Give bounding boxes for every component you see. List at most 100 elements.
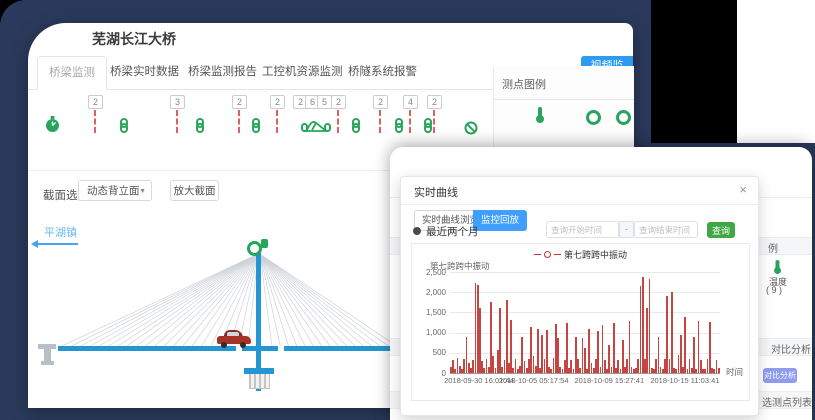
sensor-dash-line bbox=[176, 110, 178, 133]
chart-bar bbox=[499, 308, 501, 373]
left-arrow-icon bbox=[38, 243, 78, 245]
gridline bbox=[450, 292, 720, 293]
sensor-count-badge[interactable]: 5 bbox=[317, 95, 332, 109]
tab-bridge-monitoring[interactable]: 桥梁监测 bbox=[37, 56, 107, 90]
divider bbox=[401, 204, 758, 205]
x-tick-label: 2018-10-15 11:03:41 bbox=[650, 376, 719, 385]
chart-bar bbox=[613, 323, 615, 374]
bridge-deck-right bbox=[284, 346, 391, 351]
sensor-count-badge[interactable]: 2 bbox=[331, 95, 346, 109]
thermometer-icon bbox=[534, 106, 546, 129]
sensor-count-badge[interactable]: 2 bbox=[427, 95, 442, 109]
bridge-pier-base bbox=[41, 361, 54, 365]
sensor-count-badge[interactable]: 4 bbox=[403, 95, 418, 109]
close-icon[interactable]: × bbox=[739, 183, 747, 196]
sensor-count-badge[interactable]: 2 bbox=[232, 95, 247, 109]
x-tick-label: 2018-10-05 05:17:54 bbox=[499, 376, 569, 385]
bridge-pier-stem bbox=[44, 349, 51, 361]
query-start-time-input[interactable] bbox=[546, 221, 619, 238]
compare-analysis-button[interactable]: 对比分析 bbox=[763, 368, 797, 383]
chart-bar bbox=[718, 368, 720, 373]
range-separator: - bbox=[619, 221, 634, 238]
sensor-dash-line bbox=[433, 110, 435, 133]
chain-link-sensor-icon[interactable] bbox=[350, 118, 362, 138]
legend-marker-icon bbox=[544, 251, 551, 258]
chart-bar bbox=[671, 292, 673, 373]
page-title: 芜湖长江大桥 bbox=[92, 29, 176, 49]
dialog-title: 实时曲线 bbox=[414, 184, 458, 200]
recent-two-months-label: 最近两个月 bbox=[426, 224, 479, 239]
x-axis-title: 时间 bbox=[726, 366, 743, 378]
bridge-deck-left bbox=[58, 346, 236, 351]
sensor-dash-line bbox=[379, 110, 381, 133]
selected-points-header: 选测点列表 bbox=[762, 394, 812, 409]
y-tick-label: 1,000 bbox=[412, 328, 446, 337]
sensor-dash-line bbox=[94, 110, 96, 133]
section-select-value: 动态背立面 bbox=[87, 185, 140, 197]
chevron-down-icon: ▼ bbox=[139, 181, 146, 202]
sensor-dash-line bbox=[276, 110, 278, 133]
vibration-chart: 05001,0001,5002,0002,500 bbox=[450, 272, 720, 373]
divider bbox=[494, 99, 634, 100]
displacement-sensor-icon bbox=[586, 110, 601, 125]
background-white-window bbox=[737, 0, 815, 143]
chart-bar bbox=[510, 320, 512, 373]
tab-ipc-resource-monitoring[interactable]: 工控机资源监测 bbox=[262, 56, 343, 88]
sensor-count-badge[interactable]: 2 bbox=[88, 95, 103, 109]
realtime-curve-dialog: 实时曲线 × 实时曲线浏览 监控回放 最近两个月 - 查询 第七跨跨中振动 第七… bbox=[400, 176, 759, 416]
stopwatch-icon[interactable] bbox=[45, 116, 60, 138]
screen: 芜湖长江大桥 桥梁监测 桥梁实时数据 桥梁监测报告 工控机资源监测 桥隧系统报警… bbox=[0, 0, 815, 420]
temperature-count: ( 9 ) bbox=[766, 285, 782, 295]
chain-link-sensor-icon[interactable] bbox=[250, 118, 262, 138]
x-tick-label: 2018-10-09 15:27:41 bbox=[574, 376, 644, 385]
chart-bar bbox=[684, 317, 686, 373]
query-end-time-input[interactable] bbox=[634, 221, 698, 238]
sensor-dash-line bbox=[337, 110, 339, 133]
tab-bridge-realtime-data[interactable]: 桥梁实时数据 bbox=[110, 56, 179, 88]
tower-top-marker-icon[interactable] bbox=[261, 239, 268, 248]
ban-icon[interactable] bbox=[464, 121, 478, 140]
y-tick-label: 2,500 bbox=[412, 268, 446, 277]
y-tick-label: 0 bbox=[412, 369, 446, 378]
chart-bar bbox=[566, 323, 568, 374]
tower-top-sensor-icon[interactable] bbox=[247, 241, 262, 256]
background-black-window bbox=[651, 0, 737, 143]
sensor-count-badge[interactable]: 3 bbox=[170, 95, 185, 109]
y-tick-label: 1,500 bbox=[412, 308, 446, 317]
legend-series-name: 第七跨跨中振动 bbox=[564, 248, 627, 261]
chart-panel: 第七跨跨中振动 第七跨跨中振动 05001,0001,5002,0002,500… bbox=[411, 243, 750, 401]
tab-bridge-monitoring-report[interactable]: 桥梁监测报告 bbox=[188, 56, 257, 88]
chart-bar bbox=[537, 329, 539, 373]
sensor-dash-line bbox=[238, 110, 240, 133]
compare-header: 对比分析 bbox=[771, 341, 811, 356]
sensor-count-badge[interactable]: 2 bbox=[270, 95, 285, 109]
gridline bbox=[450, 272, 720, 273]
tower-foundation-piles bbox=[249, 374, 270, 389]
sensor-dash-line bbox=[409, 110, 411, 133]
tab-bridge-tunnel-alarm[interactable]: 桥隧系统报警 bbox=[348, 56, 417, 88]
chart-bar bbox=[709, 322, 711, 373]
legend-panel-title: 测点图例 bbox=[502, 76, 546, 92]
chain-link-sensor-icon[interactable] bbox=[393, 118, 405, 138]
legend-marker-icon bbox=[534, 254, 541, 255]
vibration-sensor-icon bbox=[616, 110, 631, 125]
x-axis-line bbox=[450, 373, 720, 374]
y-tick-label: 500 bbox=[412, 348, 446, 357]
chart-bar bbox=[693, 337, 695, 373]
recent-two-months-radio[interactable] bbox=[413, 227, 421, 235]
tab-monitor-playback[interactable]: 监控回放 bbox=[473, 210, 527, 231]
legend-marker-icon bbox=[554, 254, 561, 255]
chart-bar bbox=[649, 279, 651, 373]
chart-bar bbox=[629, 321, 631, 373]
chain-link-sensor-icon[interactable] bbox=[194, 118, 206, 138]
enlarge-section-button[interactable]: 放大截面 bbox=[170, 180, 219, 201]
sensor-count-badge[interactable]: 2 bbox=[373, 95, 388, 109]
legend-header-partial: 例 bbox=[768, 240, 778, 255]
bridge-sensor-icon[interactable] bbox=[301, 119, 331, 140]
car-illustration bbox=[217, 330, 251, 347]
direction-label: 平湖镇 bbox=[44, 224, 77, 240]
query-button[interactable]: 查询 bbox=[707, 222, 735, 238]
chain-link-sensor-icon[interactable] bbox=[118, 118, 130, 138]
y-tick-label: 2,000 bbox=[412, 288, 446, 297]
section-select-dropdown[interactable]: 动态背立面 ▼ bbox=[78, 180, 152, 201]
